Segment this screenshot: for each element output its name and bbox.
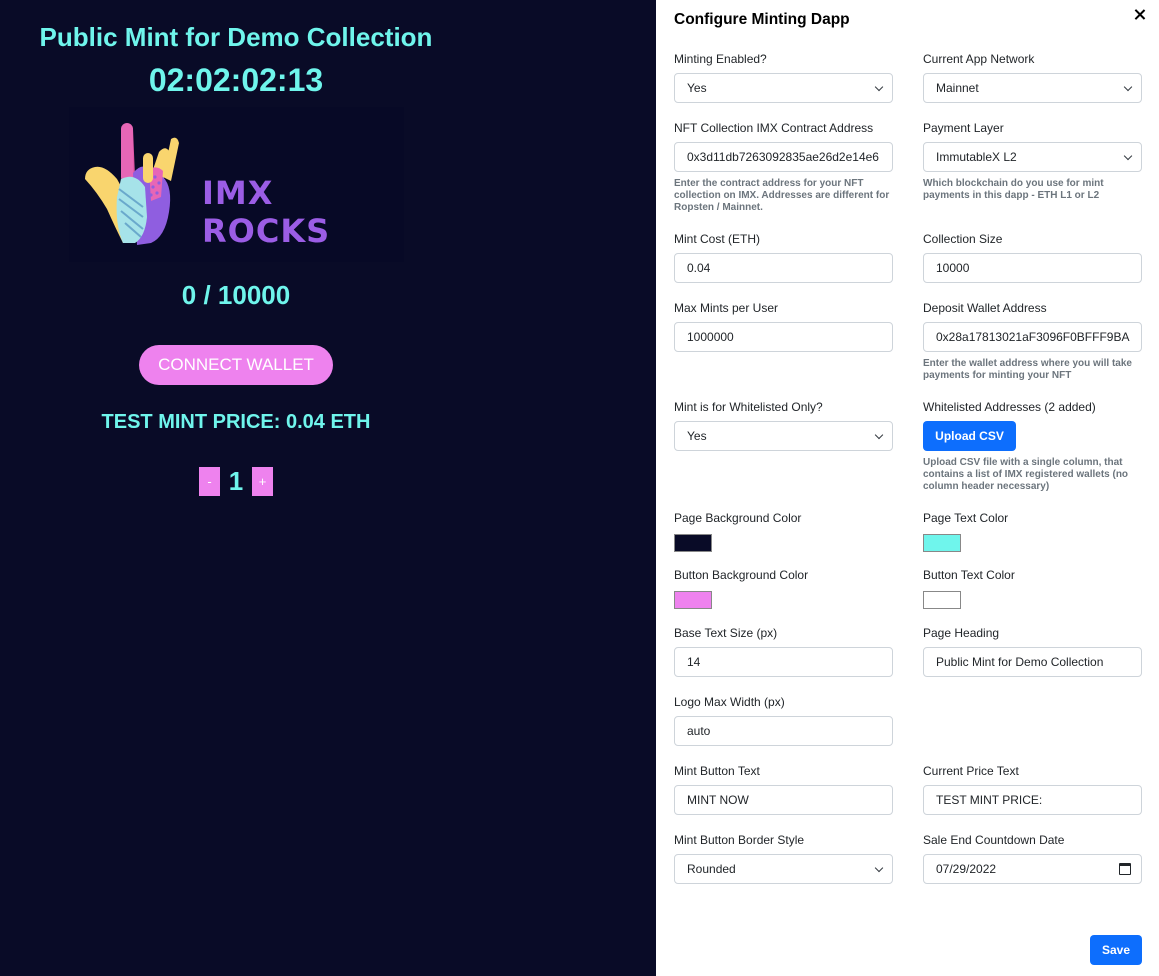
logo-text: IMX ROCKS: [202, 174, 331, 250]
field-label: Deposit Wallet Address: [923, 301, 1047, 315]
whitelisted-addresses-field: Whitelisted Addresses (2 added) Upload C…: [923, 400, 1142, 493]
app-network-field: Current App Network Mainnet: [923, 52, 1142, 103]
field-help: Which blockchain do you use for mint pay…: [923, 178, 1104, 201]
field-label: Page Text Color: [923, 511, 1009, 525]
chevron-down-icon: [1123, 151, 1133, 161]
field-label: Current Price Text: [923, 764, 1019, 778]
field-label: Payment Layer: [923, 121, 1004, 135]
page-text-color-field: Page Text Color: [923, 511, 1142, 552]
chevron-down-icon: [874, 863, 884, 873]
date-value: 07/29/2022: [936, 862, 997, 876]
connect-wallet-button[interactable]: CONNECT WALLET: [139, 345, 333, 385]
page-text-color-picker[interactable]: [923, 534, 961, 552]
max-mints-field: Max Mints per User 1000000: [674, 301, 893, 352]
page-bg-color-picker[interactable]: [674, 534, 712, 552]
mint-button-text-input[interactable]: MINT NOW: [674, 785, 893, 815]
field-label: Whitelisted Addresses (2 added): [923, 400, 1096, 414]
field-label: Base Text Size (px): [674, 626, 778, 640]
chevron-down-icon: [874, 82, 884, 92]
collection-size-input[interactable]: 10000: [923, 253, 1142, 283]
chevron-down-icon: [1123, 82, 1133, 92]
mint-button-text-field: Mint Button Text MINT NOW: [674, 764, 893, 815]
contract-address-input[interactable]: 0x3d11db7263092835ae26d2e14e6: [674, 142, 893, 172]
field-label: Button Background Color: [674, 568, 809, 582]
button-text-color-field: Button Text Color: [923, 568, 1142, 609]
field-label: Mint is for Whitelisted Only?: [674, 400, 823, 414]
calendar-icon[interactable]: [1119, 863, 1131, 875]
field-label: Mint Cost (ETH): [674, 232, 761, 246]
whitelist-only-select[interactable]: Yes: [674, 421, 893, 451]
select-value: Yes: [687, 81, 707, 95]
mint-cost-input[interactable]: 0.04: [674, 253, 893, 283]
logo-max-width-field: Logo Max Width (px) auto: [674, 695, 893, 746]
page-heading: Public Mint for Demo Collection: [39, 22, 433, 52]
select-value: Mainnet: [936, 81, 979, 95]
field-help: Enter the wallet address where you will …: [923, 358, 1132, 381]
field-label: Sale End Countdown Date: [923, 833, 1065, 847]
field-help: Upload CSV file with a single column, th…: [923, 457, 1129, 492]
page-heading-field: Page Heading Public Mint for Demo Collec…: [923, 626, 1142, 677]
chevron-down-icon: [874, 430, 884, 440]
countdown-timer: 02:02:02:13: [148, 62, 324, 98]
minting-enabled-field: Minting Enabled? Yes: [674, 52, 893, 103]
button-bg-color-picker[interactable]: [674, 591, 712, 609]
current-price-text-field: Current Price Text TEST MINT PRICE:: [923, 764, 1142, 815]
mint-button-border-select[interactable]: Rounded: [674, 854, 893, 884]
minting-enabled-select[interactable]: Yes: [674, 73, 893, 103]
mint-price-text: TEST MINT PRICE: 0.04 ETH: [101, 411, 371, 433]
collection-logo: IMX ROCKS: [69, 107, 404, 262]
deposit-wallet-input[interactable]: 0x28a17813021aF3096F0BFFF9BA: [923, 322, 1142, 352]
current-price-text-input[interactable]: TEST MINT PRICE:: [923, 785, 1142, 815]
select-value: Yes: [687, 429, 707, 443]
upload-csv-button[interactable]: Upload CSV: [923, 421, 1016, 451]
field-label: Logo Max Width (px): [674, 695, 785, 709]
mint-preview: Public Mint for Demo Collection 02:02:02…: [0, 0, 656, 976]
base-text-size-input[interactable]: 14: [674, 647, 893, 677]
button-bg-color-field: Button Background Color: [674, 568, 893, 609]
collection-size-field: Collection Size 10000: [923, 232, 1142, 283]
decrement-button[interactable]: -: [199, 466, 220, 496]
field-label: Button Text Color: [923, 568, 1015, 582]
panel-title: Configure Minting Dapp: [674, 11, 850, 28]
field-label: Page Background Color: [674, 511, 802, 525]
field-label: Collection Size: [923, 232, 1003, 246]
field-help: Enter the contract address for your NFT …: [674, 178, 890, 213]
app-network-select[interactable]: Mainnet: [923, 73, 1142, 103]
field-label: NFT Collection IMX Contract Address: [674, 121, 874, 135]
increment-button[interactable]: +: [252, 466, 273, 496]
sale-end-date-input[interactable]: 07/29/2022: [923, 854, 1142, 884]
contract-address-field: NFT Collection IMX Contract Address 0x3d…: [674, 121, 893, 214]
field-label: Mint Button Text: [674, 764, 760, 778]
deposit-wallet-field: Deposit Wallet Address 0x28a17813021aF30…: [923, 301, 1142, 382]
base-text-size-field: Base Text Size (px) 14: [674, 626, 893, 677]
select-value: ImmutableX L2: [936, 150, 1017, 164]
quantity-value: 1: [228, 465, 244, 496]
page-bg-color-field: Page Background Color: [674, 511, 893, 552]
config-panel: Configure Minting Dapp Minting Enabled? …: [656, 0, 1159, 976]
mint-cost-field: Mint Cost (ETH) 0.04: [674, 232, 893, 283]
field-label: Minting Enabled?: [674, 52, 767, 66]
whitelist-only-field: Mint is for Whitelisted Only? Yes: [674, 400, 893, 451]
field-label: Current App Network: [923, 52, 1035, 66]
hand-logo: [85, 123, 179, 245]
mint-button-border-field: Mint Button Border Style Rounded: [674, 833, 893, 884]
quantity-stepper: - 1 +: [199, 466, 273, 496]
button-text-color-picker[interactable]: [923, 591, 961, 609]
close-icon[interactable]: [1132, 7, 1148, 23]
payment-layer-select[interactable]: ImmutableX L2: [923, 142, 1142, 172]
select-value: Rounded: [687, 862, 736, 876]
mint-count: 0 / 10000: [181, 280, 291, 310]
field-label: Max Mints per User: [674, 301, 779, 315]
sale-end-date-field: Sale End Countdown Date 07/29/2022: [923, 833, 1142, 884]
page-heading-input[interactable]: Public Mint for Demo Collection: [923, 647, 1142, 677]
save-button[interactable]: Save: [1090, 935, 1142, 965]
field-label: Mint Button Border Style: [674, 833, 805, 847]
payment-layer-field: Payment Layer ImmutableX L2 Which blockc…: [923, 121, 1142, 202]
field-label: Page Heading: [923, 626, 1000, 640]
max-mints-input[interactable]: 1000000: [674, 322, 893, 352]
logo-max-width-input[interactable]: auto: [674, 716, 893, 746]
